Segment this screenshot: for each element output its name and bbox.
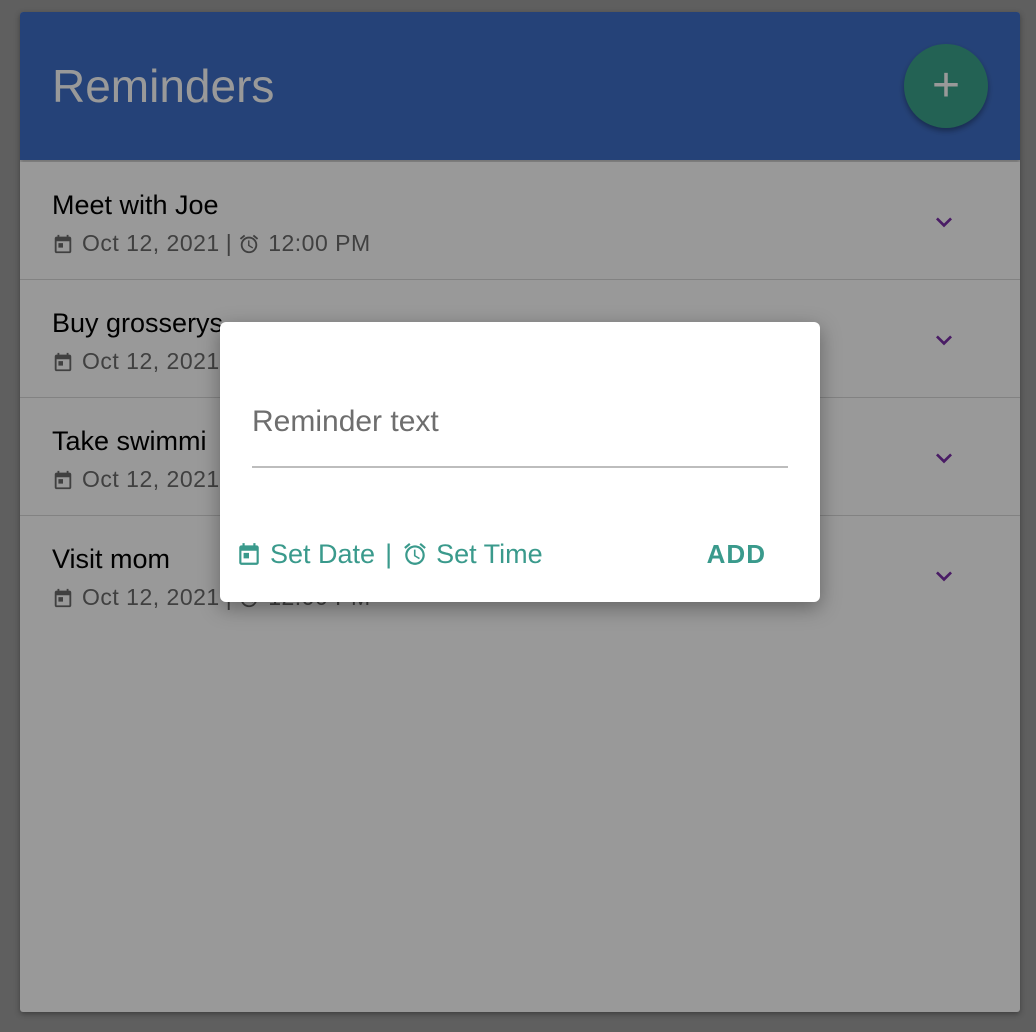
add-button[interactable]: ADD xyxy=(707,539,766,570)
add-reminder-dialog: Set Date | Set Time ADD xyxy=(220,322,820,602)
date-time-group: Set Date | Set Time xyxy=(236,539,543,570)
set-time-label: Set Time xyxy=(436,538,543,569)
set-time-button[interactable]: Set Time xyxy=(402,539,543,570)
alarm-icon xyxy=(402,541,428,567)
calendar-icon xyxy=(236,541,262,567)
dialog-actions: Set Date | Set Time ADD xyxy=(236,532,804,576)
set-date-button[interactable]: Set Date xyxy=(236,539,375,570)
reminder-text-input[interactable] xyxy=(252,378,788,468)
set-date-label: Set Date xyxy=(270,538,376,569)
date-time-separator: | xyxy=(385,538,393,569)
